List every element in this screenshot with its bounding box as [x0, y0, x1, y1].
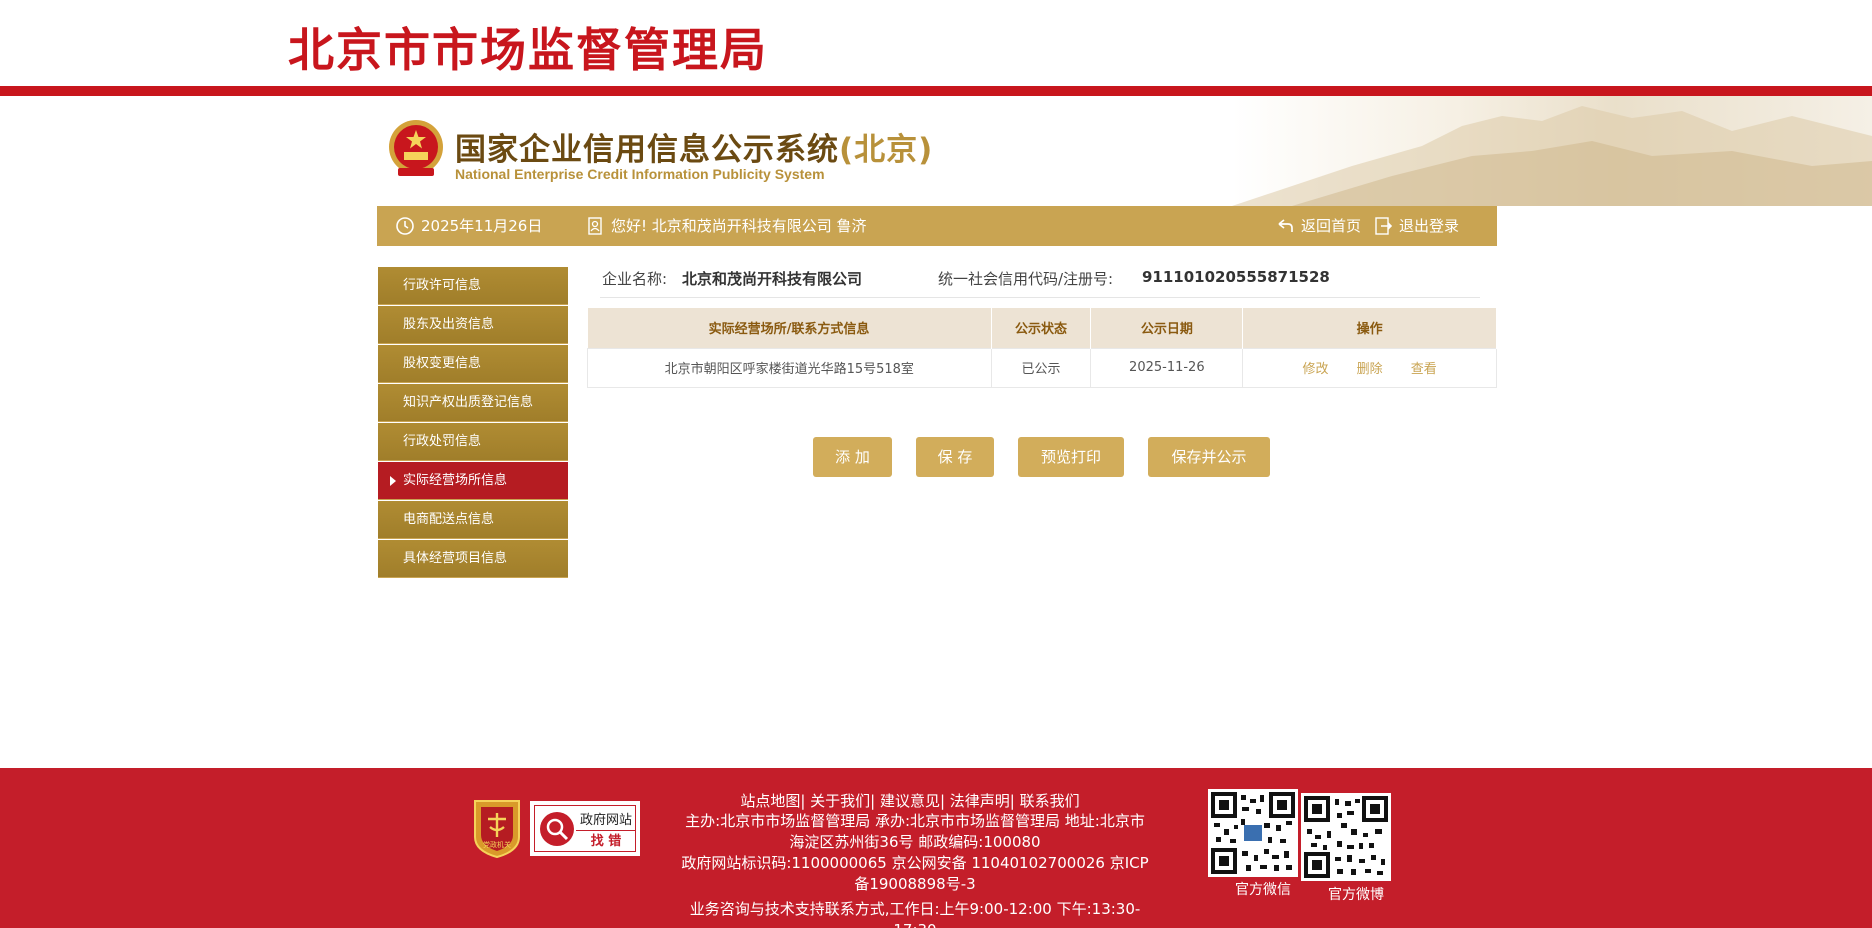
sidebar-item-ecommerce-delivery[interactable]: 电商配送点信息 [378, 501, 568, 539]
cell-operations: 修改 删除 查看 [1242, 347, 1497, 388]
credit-code-value: 911101020555871528 [1142, 268, 1330, 286]
system-title-region: (北京) [839, 132, 934, 168]
company-info: 企业名称: 北京和茂尚开科技有限公司 统一社会信用代码/注册号: 9111010… [600, 264, 1480, 298]
credit-code-label: 统一社会信用代码/注册号: [938, 270, 1114, 288]
table-row: 北京市朝阳区呼家楼街道光华路15号518室 已公示 2025-11-26 修改 … [587, 347, 1497, 388]
date-display: 2025年11月26日 [395, 206, 542, 246]
return-arrow-icon [1278, 219, 1293, 232]
save-button[interactable]: 保 存 [916, 437, 994, 477]
cell-status: 已公示 [990, 347, 1092, 388]
cell-date: 2025-11-26 [1090, 347, 1244, 388]
user-greeting: 您好! 北京和茂尚开科技有限公司 鲁济 [585, 206, 867, 246]
header-status: 公示状态 [991, 308, 1092, 348]
edit-link[interactable]: 修改 [1302, 362, 1328, 377]
sidebar-item-admin-license[interactable]: 行政许可信息 [378, 267, 568, 305]
add-button[interactable]: 添 加 [813, 437, 892, 477]
header-date: 公示日期 [1090, 308, 1244, 348]
gov-website-error-badge[interactable]: 政府网站 找 错 [530, 801, 640, 856]
top-banner: 北京市市场监督管理局 [0, 0, 1872, 86]
info-bar: 2025年11月26日 您好! 北京和茂尚开科技有限公司 鲁济 返回首页 退出登… [377, 206, 1497, 246]
footer-links[interactable]: 站点地图| 关于我们| 建议意见| 法律声明| 联系我们 [650, 790, 1170, 811]
party-badge-text: 党政机关 [483, 840, 511, 849]
clock-icon [396, 217, 414, 235]
header-operations: 操作 [1242, 308, 1497, 348]
logout-label: 退出登录 [1399, 217, 1460, 235]
agency-title: 北京市市场监督管理局 [288, 23, 768, 77]
preview-print-button[interactable]: 预览打印 [1018, 437, 1124, 477]
table-header-row: 实际经营场所/联系方式信息 公示状态 公示日期 操作 [587, 308, 1497, 348]
sidebar-item-business-location[interactable]: 实际经营场所信息 [378, 462, 568, 500]
header-address: 实际经营场所/联系方式信息 [587, 308, 992, 348]
top-red-bar [0, 86, 1872, 96]
sidebar-item-business-projects[interactable]: 具体经营项目信息 [378, 540, 568, 578]
company-name-label: 企业名称: [602, 270, 668, 288]
magnifier-icon [540, 812, 574, 846]
gov-badge-top-text: 政府网站 [576, 809, 636, 831]
system-title-main: 国家企业信用信息公示系统 [455, 132, 839, 168]
sidebar-item-shareholder[interactable]: 股东及出资信息 [378, 306, 568, 344]
footer-line-1: 主办:北京市市场监督管理局 承办:北京市市场监督管理局 地址:北京市 [685, 812, 1145, 830]
party-gov-badge[interactable]: 党政机关 [471, 797, 523, 859]
sidebar-item-equity-change[interactable]: 股权变更信息 [378, 345, 568, 383]
greeting-text: 您好! 北京和茂尚开科技有限公司 鲁济 [611, 217, 867, 235]
footer-line-5: 业务咨询与技术支持联系方式,工作日:上午9:00-12:00 下午:13:30- [689, 900, 1141, 918]
wechat-qr-code [1208, 789, 1298, 877]
logout-link[interactable]: 退出登录 [1373, 206, 1459, 246]
return-home-link[interactable]: 返回首页 [1275, 206, 1361, 246]
footer-line-2: 海淀区苏州街36号 邮政编码:100080 [789, 833, 1041, 851]
footer-line-6: 17:30 [650, 920, 1180, 928]
view-link[interactable]: 查看 [1411, 362, 1437, 377]
cell-address: 北京市朝阳区呼家楼街道光华路15号518室 [587, 347, 992, 388]
national-emblem-icon [386, 118, 446, 180]
delete-link[interactable]: 删除 [1357, 362, 1383, 377]
system-title: 国家企业信用信息公示系统(北京) [455, 124, 933, 169]
logout-icon [1375, 217, 1393, 235]
sidebar-item-admin-penalty[interactable]: 行政处罚信息 [378, 423, 568, 461]
footer-line-3: 政府网站标识码:1100000065 京公网安备 11040102700026 … [681, 854, 1149, 872]
sidebar-item-ip-pledge[interactable]: 知识产权出质登记信息 [378, 384, 568, 422]
business-location-table: 实际经营场所/联系方式信息 公示状态 公示日期 操作 北京市朝阳区呼家楼街道光华… [587, 308, 1497, 388]
system-header: 国家企业信用信息公示系统(北京) National Enterprise Cre… [0, 96, 1872, 206]
wechat-label: 官方微信 [1235, 882, 1291, 898]
system-subtitle: National Enterprise Credit Information P… [455, 166, 825, 182]
gov-badge-bottom-text: 找 错 [590, 834, 622, 849]
weibo-qr-code [1301, 793, 1391, 881]
company-name-value: 北京和茂尚开科技有限公司 [682, 270, 863, 288]
user-icon [588, 217, 602, 235]
mountain-decoration [1232, 96, 1872, 206]
weibo-label: 官方微博 [1328, 887, 1384, 903]
footer: 党政机关 政府网站 找 错 站点地图| 关于我们| 建议意见| 法律声明| 联系… [0, 768, 1872, 928]
date-text: 2025年11月26日 [421, 217, 543, 235]
footer-line-4: 备19008898号-3 [854, 875, 976, 893]
return-home-label: 返回首页 [1301, 217, 1362, 235]
save-and-publish-button[interactable]: 保存并公示 [1148, 437, 1270, 477]
sidebar-menu: 行政许可信息 股东及出资信息 股权变更信息 知识产权出质登记信息 行政处罚信息 … [378, 267, 568, 579]
